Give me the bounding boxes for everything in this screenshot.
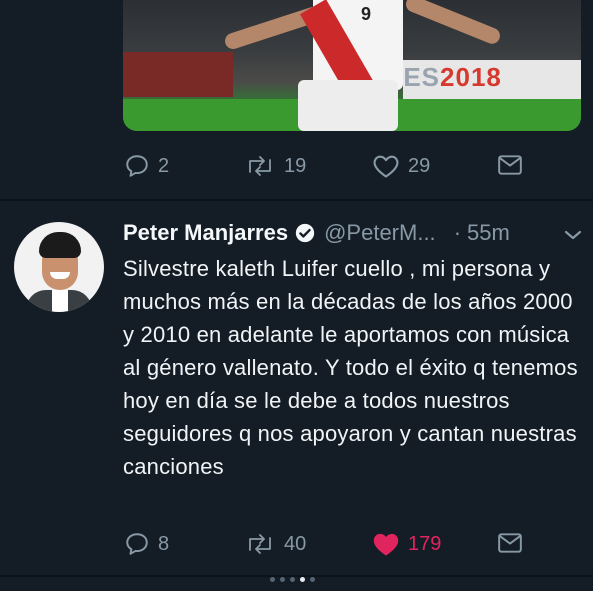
reply-count: 2 xyxy=(158,154,170,177)
like-button[interactable]: 29 xyxy=(372,153,430,179)
like-button[interactable]: 179 xyxy=(372,531,441,557)
envelope-icon xyxy=(498,533,522,553)
carousel-dot[interactable] xyxy=(310,577,315,582)
direct-message-button[interactable] xyxy=(497,531,523,555)
tweet-menu-button[interactable] xyxy=(563,228,583,247)
retweet-count: 40 xyxy=(284,532,307,555)
avatar-hair xyxy=(39,232,81,258)
retweet-icon xyxy=(249,534,271,554)
retweet-count: 19 xyxy=(284,154,307,177)
reply-icon xyxy=(126,533,148,555)
photo-player-arm xyxy=(403,0,503,47)
carousel-indicator xyxy=(270,577,315,582)
envelope-icon xyxy=(498,155,522,175)
tweet-photo[interactable]: PES2018 9 xyxy=(123,0,581,131)
carousel-dot[interactable] xyxy=(290,577,295,582)
heart-icon xyxy=(373,533,399,556)
tweet[interactable]: Peter Manjarres @PeterM... · 55m Silvest… xyxy=(0,201,593,576)
retweet-button[interactable]: 19 xyxy=(244,153,306,179)
retweet-icon xyxy=(249,156,271,176)
carousel-dot[interactable] xyxy=(280,577,285,582)
display-name[interactable]: Peter Manjarres xyxy=(123,220,288,246)
previous-tweet: PES2018 9 2 19 29 xyxy=(0,0,593,200)
carousel-dot[interactable] xyxy=(300,577,305,582)
verified-badge-icon xyxy=(294,222,316,244)
photo-jersey-number: 9 xyxy=(361,4,372,24)
tweet-timestamp[interactable]: 55m xyxy=(467,220,510,246)
heart-icon xyxy=(373,155,399,178)
tweet-header: Peter Manjarres @PeterM... · 55m xyxy=(123,217,583,249)
tweet-text: Silvestre kaleth Luifer cuello , mi pers… xyxy=(123,256,578,479)
reply-button[interactable]: 8 xyxy=(124,531,169,557)
photo-background-board xyxy=(123,52,233,97)
user-handle[interactable]: @PeterM... xyxy=(324,220,436,246)
like-count: 179 xyxy=(408,532,442,555)
chevron-down-icon xyxy=(564,230,582,240)
like-count: 29 xyxy=(408,154,431,177)
reply-count: 8 xyxy=(158,532,170,555)
avatar-shirt xyxy=(52,290,68,312)
reply-button[interactable]: 2 xyxy=(124,153,169,179)
avatar[interactable] xyxy=(14,222,104,312)
reply-icon xyxy=(126,155,148,177)
retweet-button[interactable]: 40 xyxy=(244,531,306,557)
direct-message-button[interactable] xyxy=(497,153,523,177)
photo-player-shorts xyxy=(298,80,398,131)
meta-separator: · xyxy=(453,220,462,245)
carousel-dot[interactable] xyxy=(270,577,275,582)
